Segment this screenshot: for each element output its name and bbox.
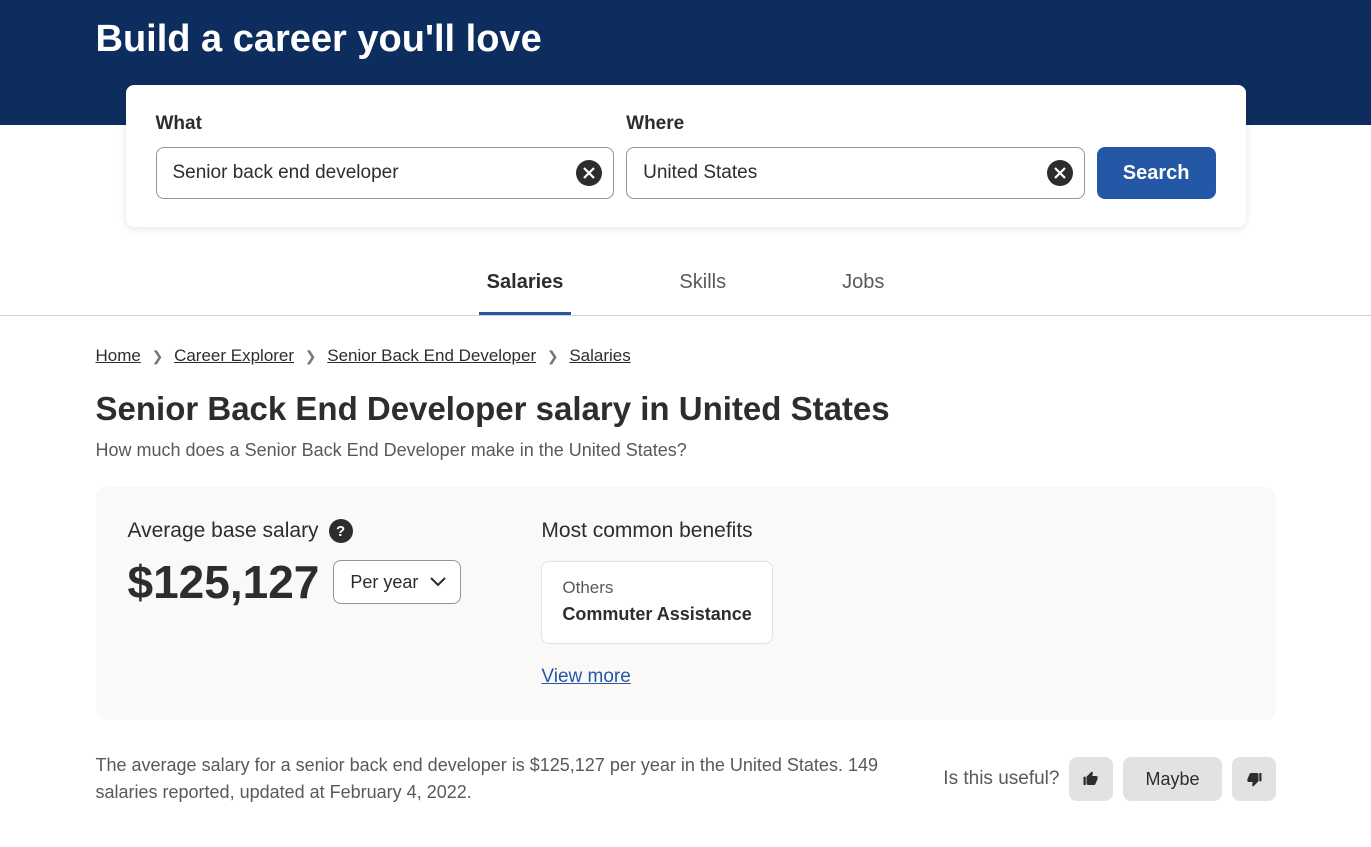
what-input[interactable] — [156, 147, 615, 199]
tab-skills[interactable]: Skills — [671, 255, 734, 315]
benefit-item: Others Commuter Assistance — [541, 561, 772, 644]
thumbs-down-icon — [1245, 770, 1263, 788]
where-input[interactable] — [626, 147, 1085, 199]
what-label: What — [156, 113, 615, 135]
help-icon[interactable]: ? — [329, 519, 353, 543]
breadcrumb-role[interactable]: Senior Back End Developer — [327, 346, 536, 365]
breadcrumb-home[interactable]: Home — [96, 346, 141, 365]
thumbs-up-button[interactable] — [1069, 757, 1113, 801]
clear-where-button[interactable] — [1047, 160, 1073, 186]
chevron-right-icon: ❯ — [152, 348, 164, 365]
hero-title: Build a career you'll love — [96, 0, 1276, 85]
period-select[interactable]: Per year — [333, 560, 461, 604]
salary-card: Average base salary ? $125,127 Per year … — [96, 487, 1276, 720]
thumbs-down-button[interactable] — [1232, 757, 1276, 801]
tab-jobs[interactable]: Jobs — [834, 255, 892, 315]
chevron-right-icon: ❯ — [305, 348, 317, 365]
period-value: Per year — [350, 572, 418, 593]
tabs-container: Salaries Skills Jobs — [0, 255, 1371, 316]
chevron-down-icon — [430, 577, 446, 587]
benefit-category: Others — [562, 578, 751, 598]
breadcrumb-explorer[interactable]: Career Explorer — [174, 346, 294, 365]
close-icon — [1054, 167, 1066, 179]
breadcrumb-current[interactable]: Salaries — [569, 346, 630, 365]
clear-what-button[interactable] — [576, 160, 602, 186]
close-icon — [583, 167, 595, 179]
search-card: What Where — [126, 85, 1246, 227]
breadcrumb: Home ❯ Career Explorer ❯ Senior Back End… — [96, 346, 1276, 366]
salary-amount: $125,127 — [128, 555, 320, 609]
maybe-button[interactable]: Maybe — [1123, 757, 1221, 801]
summary-text: The average salary for a senior back end… — [96, 752, 904, 806]
useful-label: Is this useful? — [943, 768, 1059, 790]
search-button[interactable]: Search — [1097, 147, 1216, 199]
benefit-name: Commuter Assistance — [562, 602, 751, 627]
hero-banner: Build a career you'll love What Wh — [0, 0, 1371, 125]
where-label: Where — [626, 113, 1085, 135]
page-subtitle: How much does a Senior Back End Develope… — [96, 440, 1276, 461]
benefits-label: Most common benefits — [541, 519, 1243, 543]
thumbs-up-icon — [1082, 770, 1100, 788]
view-more-link[interactable]: View more — [541, 666, 1243, 688]
tab-salaries[interactable]: Salaries — [479, 255, 572, 315]
avg-salary-label: Average base salary — [128, 519, 319, 543]
page-title: Senior Back End Developer salary in Unit… — [96, 390, 1276, 428]
useful-group: Is this useful? Maybe — [943, 757, 1275, 801]
chevron-right-icon: ❯ — [547, 348, 559, 365]
